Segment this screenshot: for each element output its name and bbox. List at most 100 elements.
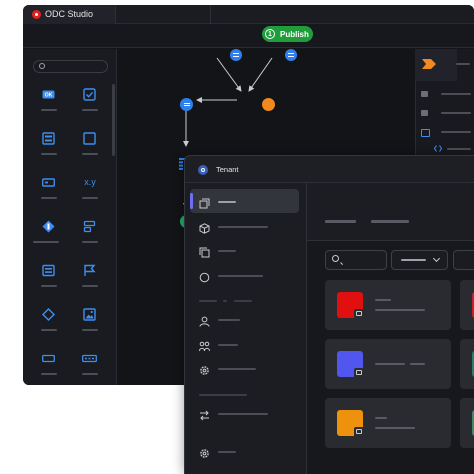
toolbox-item-label — [82, 285, 98, 287]
main-tab-label[interactable] — [371, 220, 409, 223]
properties-label — [441, 93, 471, 95]
app-description — [410, 363, 425, 365]
folder-open-icon[interactable] — [421, 129, 430, 137]
input-field-icon[interactable] — [42, 352, 55, 365]
circle-icon[interactable] — [199, 270, 210, 283]
folder-icon[interactable] — [421, 110, 428, 116]
publish-label: Publish — [280, 29, 309, 39]
ok-glyph: OK — [45, 93, 53, 99]
toolbox-item-label — [41, 109, 57, 111]
code-icon[interactable] — [433, 145, 443, 152]
nav-label — [218, 344, 238, 346]
nav-label — [218, 226, 268, 228]
toolbox-item-label — [41, 197, 57, 199]
folder-icon[interactable] — [421, 91, 428, 97]
tenant-window: Tenant — [184, 155, 474, 474]
table-icon[interactable] — [42, 264, 55, 277]
app-description — [375, 309, 425, 311]
properties-label — [447, 148, 471, 150]
nav-section-label — [199, 300, 217, 302]
nav-label — [218, 201, 236, 203]
toolbox-item-label — [82, 197, 98, 199]
toolbox-item-label — [82, 373, 98, 375]
toolbox-item-label — [82, 329, 98, 331]
app-card[interactable] — [325, 339, 451, 389]
app-tile — [337, 410, 364, 437]
app-card[interactable] — [460, 339, 474, 389]
app-tile — [337, 292, 364, 319]
user-icon[interactable] — [199, 314, 210, 327]
toolbox-scrollbar[interactable] — [112, 84, 115, 156]
layout-icon[interactable] — [83, 220, 96, 233]
properties-label — [456, 63, 470, 65]
copy-icon[interactable] — [199, 245, 210, 258]
toolbox-search-input[interactable] — [33, 60, 108, 73]
app-card[interactable] — [325, 398, 451, 448]
nav-section-label — [234, 300, 252, 302]
cube-icon[interactable] — [199, 221, 210, 234]
settings-icon[interactable] — [199, 446, 210, 458]
search-icon — [39, 63, 45, 69]
flow-connector — [248, 57, 273, 92]
properties-label — [441, 112, 471, 114]
expression-icon[interactable]: x.y — [81, 176, 99, 189]
toolbox-item-label — [82, 241, 98, 243]
input-icon[interactable] — [41, 176, 56, 189]
app-tile — [337, 351, 364, 378]
publish-button[interactable]: 1 Publish — [262, 26, 313, 42]
search-icon — [332, 255, 339, 262]
nav-label — [218, 319, 240, 321]
app-name — [375, 363, 405, 365]
studio-second-tab[interactable] — [116, 5, 211, 24]
nav-active-indicator — [190, 193, 193, 209]
app-type-icon — [354, 309, 364, 319]
publish-count-badge: 1 — [265, 29, 275, 39]
aggregate-node-icon[interactable] — [262, 98, 275, 111]
flag-icon[interactable] — [83, 264, 96, 277]
studio-title: ODC Studio — [45, 9, 94, 19]
nav-label — [218, 275, 263, 277]
app-type-icon — [354, 368, 364, 378]
button-group-icon[interactable] — [82, 352, 97, 365]
tenant-logo-icon — [198, 165, 208, 175]
toolbox-item-label — [41, 329, 57, 331]
container-icon[interactable] — [83, 132, 96, 145]
app-card[interactable] — [460, 398, 474, 448]
flow-connector — [216, 57, 242, 92]
app-search-input[interactable] — [325, 250, 387, 270]
app-card[interactable] — [460, 280, 474, 330]
assign-node-icon[interactable] — [180, 98, 193, 111]
toolbox-panel: OK x.y — [23, 49, 117, 385]
studio-toolbar — [23, 24, 474, 48]
sort-dropdown[interactable] — [453, 250, 474, 270]
ok-icon[interactable]: OK — [42, 88, 55, 101]
users-icon[interactable] — [199, 339, 210, 352]
checkbox-icon[interactable] — [83, 88, 96, 101]
nav-label — [218, 413, 268, 415]
main-tab-label[interactable] — [325, 220, 356, 223]
app-name — [375, 299, 391, 301]
toolbox-item-label — [41, 153, 57, 155]
layers-icon — [199, 196, 210, 209]
toolbox-item-label — [33, 241, 59, 243]
nav-label — [218, 368, 256, 370]
tenant-title: Tenant — [216, 165, 239, 174]
toolbox-item-label — [41, 285, 57, 287]
gear-icon[interactable] — [199, 363, 210, 375]
app-type-icon — [354, 427, 364, 437]
nav-label — [218, 250, 236, 252]
chevron-right-icon[interactable] — [422, 57, 436, 71]
if-icon[interactable] — [42, 308, 55, 321]
app-card[interactable] — [325, 280, 451, 330]
filter-dropdown[interactable] — [391, 250, 448, 270]
properties-label — [441, 131, 471, 133]
assign-node-icon[interactable] — [230, 49, 242, 61]
form-icon[interactable] — [42, 132, 55, 145]
dropdown-icon[interactable] — [42, 220, 55, 233]
assign-node-icon[interactable] — [285, 49, 297, 61]
chevron-down-icon — [432, 254, 441, 263]
image-icon[interactable] — [83, 308, 96, 321]
nav-section-label — [223, 300, 227, 302]
transfer-icon[interactable] — [199, 408, 210, 421]
dropdown-value — [401, 259, 426, 261]
